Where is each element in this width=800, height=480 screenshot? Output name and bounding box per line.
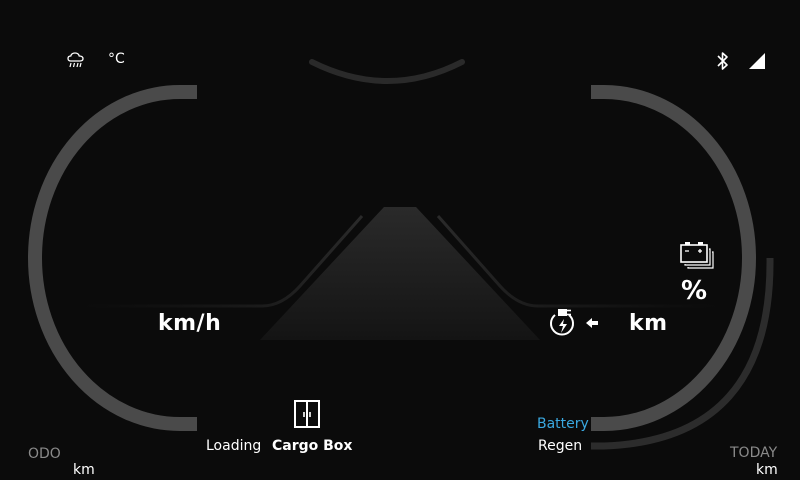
trip-today-label: TODAY <box>730 445 778 461</box>
signal-icon <box>748 52 766 70</box>
temperature-unit: °C <box>108 51 125 67</box>
top-notch <box>309 59 465 84</box>
cargo-box-label: Cargo Box <box>272 438 353 454</box>
regen-label: Regen <box>538 438 583 454</box>
speed-gauge-arc <box>28 85 197 431</box>
speed-unit: km/h <box>158 311 222 336</box>
cloud-rain-icon <box>66 50 86 70</box>
battery-pack-icon <box>679 240 715 270</box>
arrow-left-icon <box>585 317 599 329</box>
odometer-label: ODO <box>28 446 61 462</box>
bluetooth-icon[interactable] <box>716 51 730 71</box>
battery-percent-unit: % <box>681 276 708 306</box>
odometer-unit: km <box>73 462 95 478</box>
battery-label: Battery <box>537 416 589 432</box>
battery-gauge-arc <box>591 85 756 431</box>
loading-label: Loading <box>206 438 262 454</box>
cargo-door-icon[interactable] <box>292 398 322 430</box>
trip-today-unit: km <box>756 462 778 478</box>
road-shape <box>260 207 540 340</box>
range-unit: km <box>629 311 668 336</box>
plug-charge-icon <box>547 305 579 341</box>
